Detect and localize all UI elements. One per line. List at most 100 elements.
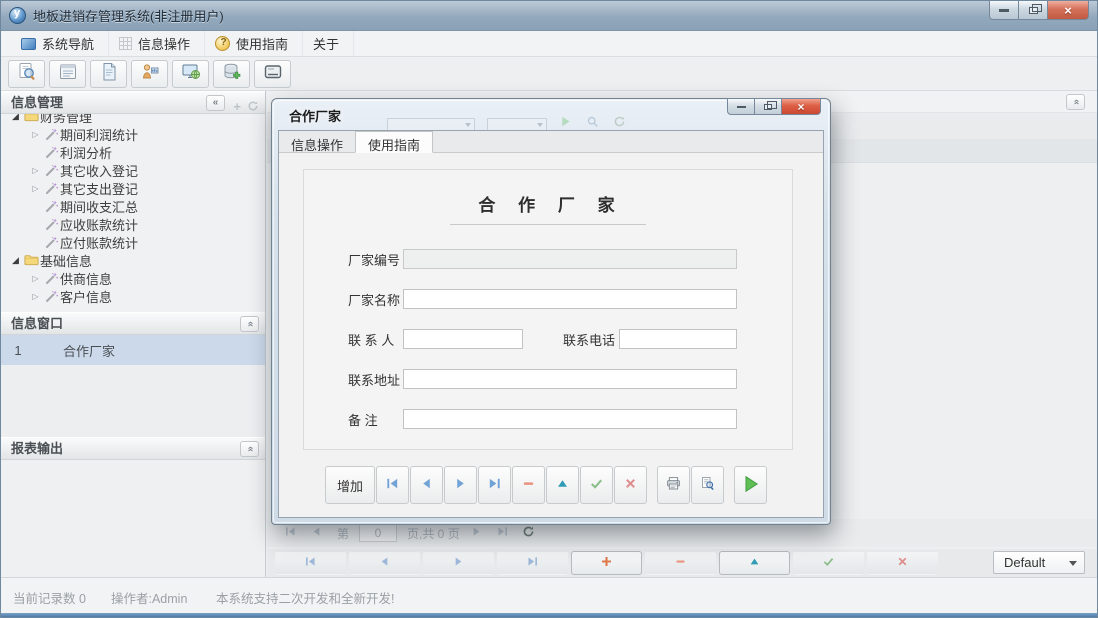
minimize-button[interactable] xyxy=(989,1,1019,20)
nav-next-button[interactable] xyxy=(466,523,488,543)
collapsed-expander-icon[interactable]: ▷ xyxy=(29,292,42,301)
bottom-toolbar: Default xyxy=(267,549,1097,577)
nav-last-button[interactable] xyxy=(497,551,568,575)
minus-button[interactable] xyxy=(512,466,545,504)
field-input[interactable] xyxy=(403,409,737,429)
expanded-expander-icon[interactable]: ◢ xyxy=(9,255,22,266)
list-item[interactable]: 1合作厂家 xyxy=(1,335,265,365)
minus-button[interactable] xyxy=(645,551,716,575)
grid-icon xyxy=(119,37,132,50)
collapse-left-button[interactable]: « xyxy=(206,95,225,111)
tree-item[interactable]: 期间收支汇总 xyxy=(1,197,265,215)
nav-first-button[interactable] xyxy=(275,551,346,575)
collapsed-expander-icon[interactable]: ▷ xyxy=(29,184,42,193)
tree-item[interactable]: 应收账款统计 xyxy=(1,215,265,233)
nav-last-button[interactable] xyxy=(478,466,511,504)
menu-item-label: 关于 xyxy=(313,34,339,53)
field-input[interactable] xyxy=(619,329,737,349)
app-window: 地板进销存管理系统(非注册用户) × 系统导航信息操作使用指南关于 信息管理 «… xyxy=(0,0,1098,618)
tree-item[interactable]: ◢基础信息 xyxy=(1,251,265,269)
wand-icon xyxy=(42,217,60,231)
tree-item-label: 期间收支汇总 xyxy=(60,197,138,216)
tree-item[interactable]: 利润分析 xyxy=(1,143,265,161)
cross-button[interactable] xyxy=(614,466,647,504)
play-button[interactable] xyxy=(734,466,767,504)
tree-item[interactable]: ◢财务管理 xyxy=(1,114,265,125)
dialog-tab-info-ops[interactable]: 信息操作 xyxy=(279,132,355,154)
wand-icon xyxy=(42,235,60,249)
wand-icon xyxy=(42,199,60,213)
printer-button[interactable] xyxy=(657,466,690,504)
maximize-icon xyxy=(764,104,772,110)
panel-title: 报表输出 xyxy=(11,441,63,456)
nav-first-button[interactable] xyxy=(376,466,409,504)
add-button[interactable]: 增加 xyxy=(325,466,375,504)
tree-item[interactable]: ▷供商信息 xyxy=(1,269,265,287)
menu-item-3[interactable]: 关于 xyxy=(303,31,354,56)
nav-prev-button[interactable] xyxy=(349,551,420,575)
menu-item-label: 使用指南 xyxy=(236,34,288,53)
tb-card-button[interactable] xyxy=(254,60,291,88)
close-button[interactable]: × xyxy=(1047,1,1089,20)
wand-icon xyxy=(42,271,60,285)
refresh-icon xyxy=(522,525,535,541)
panel-header-info-manage: 信息管理 « + xyxy=(1,91,265,114)
tb-user-button[interactable] xyxy=(131,60,168,88)
restore-button[interactable] xyxy=(1018,1,1048,20)
nav-first-button[interactable] xyxy=(279,523,301,543)
collapse-up-button[interactable]: « xyxy=(1066,94,1085,110)
menu-item-1[interactable]: 信息操作 xyxy=(109,31,205,56)
tree-item[interactable]: 应付账款统计 xyxy=(1,233,265,251)
field-label: 联系地址 xyxy=(348,370,403,389)
cross-icon xyxy=(623,476,638,494)
dialog-minimize-button[interactable] xyxy=(727,98,755,115)
field-input[interactable] xyxy=(403,329,523,349)
collapse-up-button[interactable]: « xyxy=(240,441,259,457)
field-input[interactable] xyxy=(403,369,737,389)
tree-item[interactable]: ▷其它收入登记 xyxy=(1,161,265,179)
tb-doc-button[interactable] xyxy=(90,60,127,88)
preview-button[interactable] xyxy=(691,466,724,504)
nav-prev-button[interactable] xyxy=(410,466,443,504)
expanded-expander-icon[interactable]: ◢ xyxy=(9,114,22,122)
tb-db-button[interactable] xyxy=(213,60,250,88)
menu-item-2[interactable]: 使用指南 xyxy=(205,31,303,56)
dialog-close-button[interactable]: × xyxy=(781,98,821,115)
field-input[interactable] xyxy=(403,289,737,309)
up-button[interactable] xyxy=(546,466,579,504)
tree-item[interactable]: ▷ 期间利润统计 xyxy=(1,125,265,143)
collapse-up-button[interactable]: « xyxy=(240,316,259,332)
nav-next-button[interactable] xyxy=(423,551,494,575)
play-icon xyxy=(742,475,760,496)
nav-prev-button[interactable] xyxy=(305,523,327,543)
style-select[interactable]: Default xyxy=(993,551,1085,574)
collapsed-expander-icon[interactable]: ▷ xyxy=(29,166,42,175)
wand-icon xyxy=(42,289,60,303)
tb-search-button[interactable] xyxy=(8,60,45,88)
tb-monitor-button[interactable] xyxy=(172,60,209,88)
cross-button[interactable] xyxy=(867,551,938,575)
nav-next-button[interactable] xyxy=(444,466,477,504)
tb-search-icon xyxy=(17,62,37,85)
tree-item-label: 期间利润统计 xyxy=(60,125,138,144)
collapsed-expander-icon[interactable]: ▷ xyxy=(29,274,42,283)
collapsed-expander-icon[interactable]: ▷ xyxy=(29,130,42,139)
check-button[interactable] xyxy=(793,551,864,575)
partner-dialog: 合作厂家 × 信息操作使用指南 合 作 厂 家 厂家编号厂家名称联 系 人联系电… xyxy=(271,98,831,525)
check-button[interactable] xyxy=(580,466,613,504)
report-output-area xyxy=(1,460,265,577)
dialog-tab-user-guide[interactable]: 使用指南 xyxy=(355,131,433,153)
close-icon: × xyxy=(797,101,804,113)
plus-button[interactable] xyxy=(571,551,642,575)
nav-last-button[interactable] xyxy=(492,523,514,543)
refresh-button[interactable] xyxy=(518,523,540,543)
up-icon xyxy=(555,476,570,494)
page-number-input[interactable] xyxy=(359,524,397,542)
dialog-maximize-button[interactable] xyxy=(754,98,782,115)
tree-item[interactable]: ▷其它支出登记 xyxy=(1,179,265,197)
menu-item-0[interactable]: 系统导航 xyxy=(11,31,109,56)
menubar: 系统导航信息操作 使用指南 关于 xyxy=(1,31,1097,57)
up-button[interactable] xyxy=(719,551,790,575)
tree-item[interactable]: ▷客户信息 xyxy=(1,287,265,305)
tb-report-button[interactable] xyxy=(49,60,86,88)
